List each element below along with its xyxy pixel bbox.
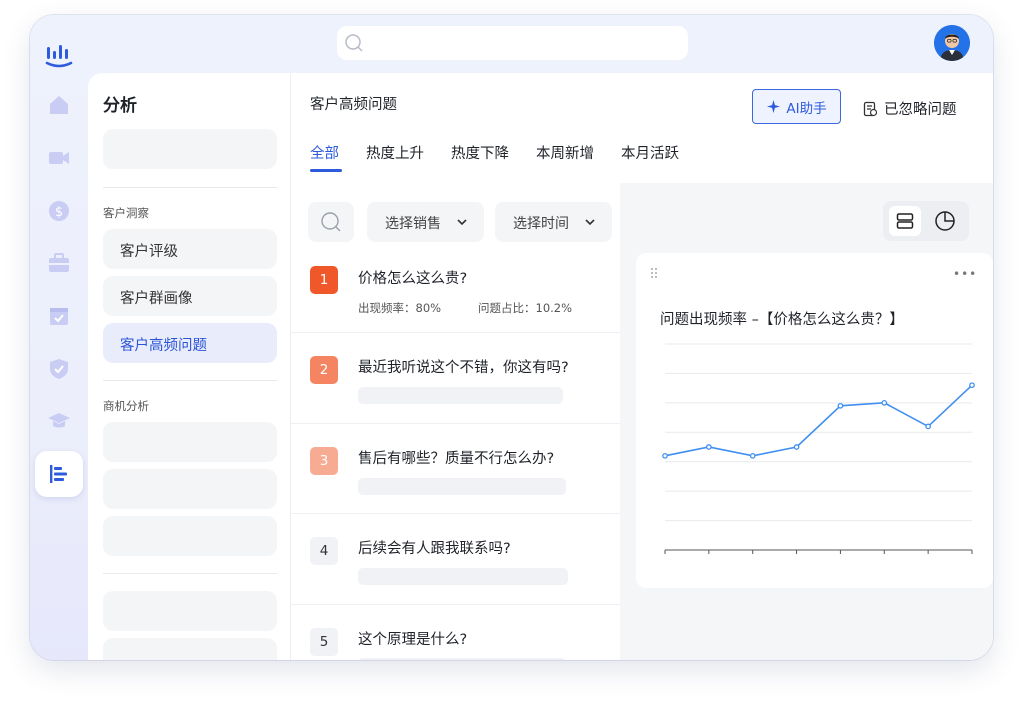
- nav-placeholder-item[interactable]: [103, 469, 277, 509]
- share-label: 问题占比：10.2%: [478, 300, 572, 316]
- dollar-icon[interactable]: $: [47, 199, 71, 223]
- nav-item-frequent-questions[interactable]: 客户高频问题: [103, 323, 277, 363]
- avatar[interactable]: [934, 25, 970, 61]
- list-item[interactable]: 2 最近我听说这个不错，你这有吗?: [291, 333, 621, 424]
- tab-falling[interactable]: 热度下降: [451, 142, 509, 163]
- divider: [103, 380, 277, 381]
- rows-icon: [896, 212, 914, 230]
- sales-select[interactable]: 选择销售: [367, 202, 484, 242]
- analytics-pane: ••• 问题出现频率 –【价格怎么这么贵？】: [620, 183, 993, 660]
- ignored-questions-label: 已忽略问题: [884, 98, 957, 119]
- search-icon: [344, 33, 364, 53]
- rank-badge: 1: [310, 266, 338, 294]
- question-text: 价格怎么这么贵?: [358, 267, 467, 288]
- shield-icon[interactable]: [47, 357, 71, 381]
- home-icon[interactable]: [47, 93, 71, 117]
- active-tab-indicator: [310, 169, 342, 172]
- data-point: [794, 445, 798, 449]
- nav-placeholder-item[interactable]: [103, 591, 277, 631]
- data-point: [882, 401, 886, 405]
- question-text: 后续会有人跟我联系吗?: [358, 537, 511, 558]
- data-point: [707, 445, 711, 449]
- frequency-label: 出现频率：80%: [358, 300, 441, 316]
- question-text: 最近我听说这个不错，你这有吗?: [358, 356, 569, 377]
- ignored-questions-button[interactable]: 已忽略问题: [862, 98, 957, 119]
- rank-badge: 2: [310, 356, 338, 384]
- bar-chart-icon[interactable]: [35, 451, 83, 497]
- nav-placeholder-item[interactable]: [103, 638, 277, 660]
- list-item[interactable]: 4 后续会有人跟我联系吗?: [291, 514, 621, 605]
- data-point: [970, 383, 974, 387]
- sparkle-icon: [766, 99, 781, 114]
- tab-all[interactable]: 全部: [310, 142, 339, 163]
- briefcase-icon[interactable]: [47, 251, 71, 275]
- section-label-opportunity-analysis: 商机分析: [103, 398, 149, 414]
- question-text: 这个原理是什么?: [358, 628, 467, 649]
- line-chart: [636, 253, 993, 588]
- placeholder-bar: [358, 658, 566, 660]
- chart-x-axis: [665, 550, 972, 554]
- tab-rising[interactable]: 热度上升: [366, 142, 424, 163]
- logo-icon[interactable]: [44, 41, 74, 69]
- main-content: 客户高频问题 AI助手 已忽略问题 全部 热度上升 热度下降 本周新增 本月活跃: [291, 73, 993, 660]
- nav-placeholder-item[interactable]: [103, 516, 277, 556]
- svg-text:$: $: [55, 205, 63, 220]
- view-toggle: [883, 201, 969, 241]
- question-search-button[interactable]: [308, 202, 354, 242]
- tab-weekly-new[interactable]: 本周新增: [536, 142, 594, 163]
- frequency-chart-card: ••• 问题出现频率 –【价格怎么这么贵？】: [636, 253, 993, 588]
- data-point: [926, 424, 930, 428]
- pie-chart-icon: [934, 210, 956, 232]
- app-window: $: [30, 15, 993, 660]
- calendar-check-icon[interactable]: [47, 304, 71, 328]
- filter-bar: 选择销售 选择时间: [291, 185, 621, 245]
- list-item[interactable]: 5 这个原理是什么?: [291, 605, 621, 660]
- data-point: [838, 404, 842, 408]
- placeholder-bar: [358, 478, 566, 495]
- analysis-nav-panel: 分析 客户洞察 客户评级 客户群画像 客户高频问题 商机分析: [88, 73, 291, 660]
- chart-series: [663, 383, 974, 458]
- nav-placeholder-item[interactable]: [103, 422, 277, 462]
- page-title: 客户高频问题: [310, 93, 397, 114]
- chevron-down-icon: [584, 216, 596, 228]
- data-point: [751, 454, 755, 458]
- document-icon: [862, 101, 878, 117]
- time-select-value: 选择时间: [513, 216, 569, 232]
- ai-assistant-button[interactable]: AI助手: [752, 89, 841, 124]
- placeholder-bar: [358, 387, 563, 404]
- list-view-button[interactable]: [889, 206, 921, 236]
- divider: [103, 573, 277, 574]
- list-item[interactable]: 3 售后有哪些？质量不行怎么办?: [291, 424, 621, 514]
- placeholder-bar: [358, 568, 568, 585]
- graduation-cap-icon[interactable]: [47, 409, 71, 433]
- nav-title: 分析: [103, 91, 137, 116]
- time-select[interactable]: 选择时间: [495, 202, 612, 242]
- nav-placeholder-item[interactable]: [103, 129, 277, 169]
- rank-badge: 3: [310, 447, 338, 475]
- chart-gridlines: [665, 344, 972, 521]
- ai-assistant-label: AI助手: [786, 97, 826, 117]
- sales-select-value: 选择销售: [385, 216, 441, 232]
- data-point: [663, 454, 667, 458]
- video-icon[interactable]: [47, 146, 71, 170]
- nav-item-customer-rating[interactable]: 客户评级: [103, 229, 277, 269]
- chevron-down-icon: [456, 216, 468, 228]
- global-search-input[interactable]: [337, 26, 688, 60]
- question-text: 售后有哪些？质量不行怎么办?: [358, 447, 554, 468]
- rank-badge: 5: [310, 628, 338, 656]
- tab-monthly-active[interactable]: 本月活跃: [621, 142, 679, 163]
- pie-view-button[interactable]: [929, 206, 961, 236]
- icon-rail: $: [30, 15, 88, 660]
- section-label-customer-insight: 客户洞察: [103, 205, 149, 221]
- divider: [103, 187, 277, 188]
- rank-badge: 4: [310, 537, 338, 565]
- list-item[interactable]: 1 价格怎么这么贵? 出现频率：80% 问题占比：10.2%: [291, 249, 621, 333]
- nav-item-customer-persona[interactable]: 客户群画像: [103, 276, 277, 316]
- search-icon: [320, 211, 342, 233]
